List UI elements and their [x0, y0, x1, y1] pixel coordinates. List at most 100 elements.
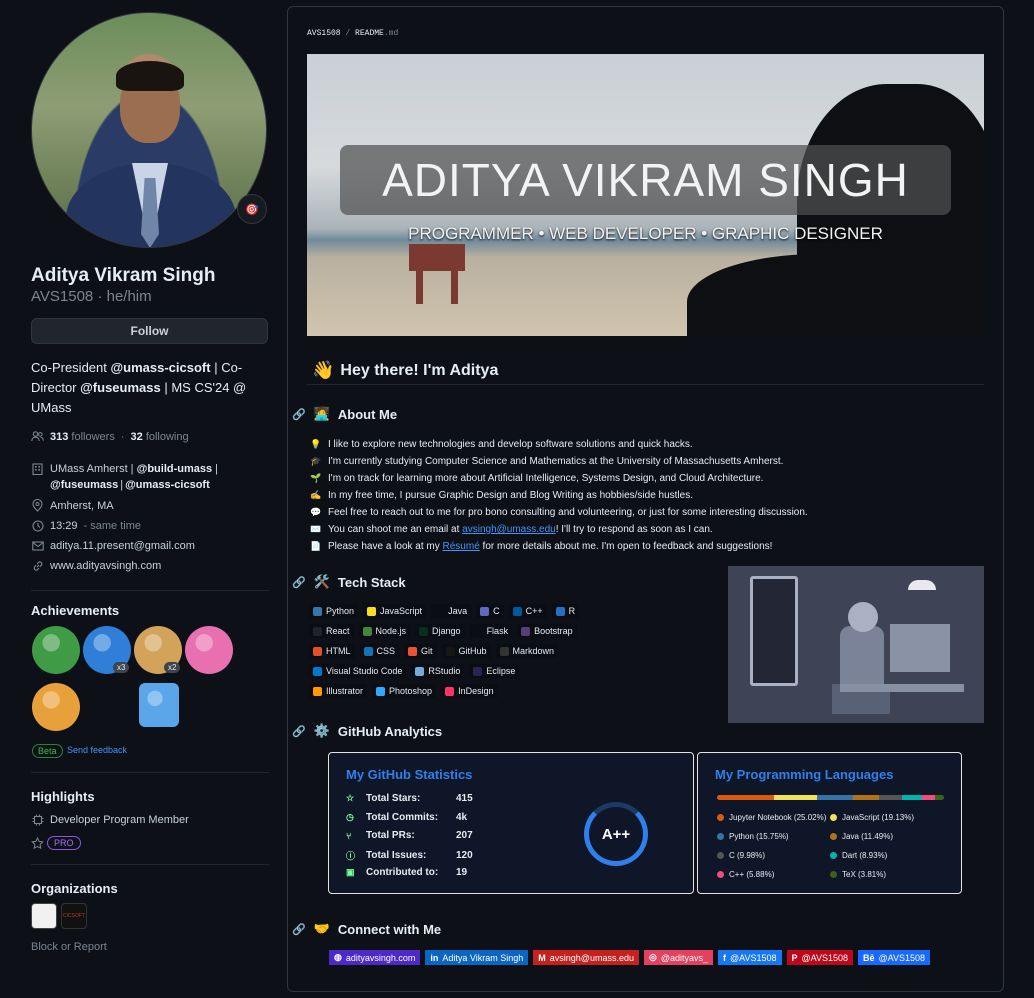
following-link[interactable]: 32 following	[131, 431, 189, 443]
tech-badge-git[interactable]: Git	[404, 644, 437, 658]
tech-badge-photoshop[interactable]: Photoshop	[372, 684, 437, 698]
stat-label: Total Stars:	[366, 793, 421, 804]
readme-file-link[interactable]: README	[355, 29, 384, 38]
connect-badge-2[interactable]: Mavsingh@umass.edu	[533, 950, 639, 965]
about-item-text: Please have a look at my Résumé for more…	[328, 541, 772, 552]
anchor-link-icon[interactable]: 🔗	[292, 408, 306, 421]
greeting-heading: 👋 Hey there! I'm Aditya	[312, 360, 499, 380]
highlight-item: Developer Program Member	[31, 813, 189, 826]
about-text: I like to explore new technologies and d…	[328, 439, 693, 450]
language-color-dot	[830, 833, 837, 840]
achievement-badge-arctic-code-vault[interactable]	[139, 683, 179, 727]
tech-badge-r[interactable]: R	[551, 604, 580, 618]
connect-badge-0[interactable]: ◍ adityavsingh.com	[329, 950, 421, 965]
tech-badge-label: HTML	[326, 646, 351, 656]
bio-mention-link[interactable]: @fuseumass	[80, 380, 161, 395]
stat-row: ⓘ Total Issues: 120	[346, 849, 473, 862]
website-link[interactable]: www.adityavsingh.com	[50, 560, 161, 572]
github-stats-card[interactable]: My GitHub Statistics ☆ Total Stars: 415 ◷ To…	[328, 752, 694, 894]
org-link-fuseumass[interactable]: @fuseumass	[50, 479, 118, 491]
tech-logo-icon	[473, 626, 483, 636]
achievements-title: Achievements	[31, 603, 120, 618]
tech-logo-icon	[419, 626, 429, 636]
tech-logo-icon	[376, 686, 386, 696]
tech-badge-java[interactable]: Java	[431, 604, 472, 618]
languages-card[interactable]: My Programming Languages Jupyter Noteboo…	[697, 752, 962, 894]
connect-badge-3[interactable]: ◎ @adityavs_	[643, 950, 713, 965]
tech-badge-eclipse[interactable]: Eclipse	[469, 664, 520, 678]
achievement-badge-pair-extraordinaire[interactable]	[32, 626, 80, 674]
org-avatar-cicsoft[interactable]: CICSOFT	[61, 903, 87, 929]
about-link[interactable]: avsingh@umass.edu	[462, 524, 556, 535]
connect-badges: ◍ adityavsingh.com in Aditya Vikram Singh Ma…	[329, 950, 931, 965]
avatar[interactable]	[31, 12, 267, 248]
achievement-badge-quickdraw[interactable]	[32, 683, 80, 731]
about-text: Feel free to reach out to me for pro bon…	[328, 507, 808, 518]
org-link-build-umass[interactable]: @build-umass	[137, 463, 213, 475]
email-link[interactable]: aditya.11.present@gmail.com	[50, 540, 195, 552]
tech-badge-c[interactable]: C	[476, 604, 504, 618]
tech-badge-c-[interactable]: C++	[508, 604, 547, 618]
tech-badge-indesign[interactable]: InDesign	[441, 684, 498, 698]
tech-badge-label: Illustrator	[326, 686, 364, 696]
tech-badge-visual-studio-code[interactable]: Visual Studio Code	[309, 664, 407, 678]
tech-stack-badges: Python JavaScript Java C C++ R React Node.js Dja…	[309, 601, 729, 701]
language-label: Jupyter Notebook (25.02%)	[729, 813, 827, 822]
connect-badge-6[interactable]: Bē @AVS1508	[858, 950, 931, 965]
about-link[interactable]: Résumé	[443, 541, 480, 552]
about-item-text: Feel free to reach out to me for pro bon…	[328, 507, 808, 518]
connect-badge-1[interactable]: in Aditya Vikram Singh	[425, 950, 529, 965]
tech-badge-react[interactable]: React	[309, 624, 354, 638]
bio-mention-link[interactable]: @umass-cicsoft	[110, 360, 210, 375]
send-feedback-link[interactable]: Send feedback	[67, 745, 127, 755]
tech-badge-flask[interactable]: Flask	[469, 624, 513, 638]
block-or-report-link[interactable]: Block or Report	[31, 941, 107, 953]
tech-badge-markdown[interactable]: Markdown	[495, 644, 559, 658]
language-item: Python (15.75%)	[717, 832, 789, 841]
tech-badge-label: RStudio	[428, 666, 461, 676]
followers-link[interactable]: 313 followers	[50, 431, 115, 443]
followers-row: 313 followers · 32 following	[31, 430, 189, 443]
org-avatar-fuseumass[interactable]	[31, 903, 57, 929]
language-label: TeX (3.81%)	[842, 870, 887, 879]
about-list-item: 💬 Feel free to reach out to me for pro bo…	[310, 504, 910, 521]
tech-badge-row: React Node.js Django Flask Bootstrap	[309, 621, 729, 641]
tech-badge-label: Git	[421, 646, 433, 656]
tech-logo-icon	[473, 666, 483, 676]
tech-badge-bootstrap[interactable]: Bootstrap	[517, 624, 577, 638]
connect-logo-icon: P	[791, 952, 798, 963]
connect-badge-5[interactable]: P @AVS1508	[786, 950, 854, 965]
tech-badge-github[interactable]: GitHub	[441, 644, 491, 658]
tech-logo-icon	[415, 666, 425, 676]
divider	[31, 590, 269, 591]
tech-logo-icon	[521, 626, 531, 636]
tech-logo-icon	[480, 606, 490, 616]
org-link-umass-cicsoft[interactable]: @umass-cicsoft	[125, 479, 210, 491]
status-emoji: 🎯	[245, 203, 259, 216]
tech-badge-node-js[interactable]: Node.js	[358, 624, 411, 638]
tech-logo-icon	[362, 626, 372, 636]
tech-badge-css[interactable]: CSS	[359, 644, 400, 658]
stat-label: Contributed to:	[366, 867, 439, 878]
anchor-link-icon[interactable]: 🔗	[292, 576, 306, 589]
tech-badge-illustrator[interactable]: Illustrator	[309, 684, 368, 698]
follow-button[interactable]: Follow	[31, 318, 268, 344]
repo-owner-link[interactable]: AVS1508	[307, 29, 341, 38]
connect-badge-4[interactable]: f @AVS1508	[718, 950, 782, 965]
tech-badge-label: C	[493, 606, 500, 616]
tech-badge-python[interactable]: Python	[309, 604, 359, 618]
tech-badge-django[interactable]: Django	[415, 624, 465, 638]
achievement-badge-yolo[interactable]	[185, 626, 233, 674]
banner-title: ADITYA VIKRAM SINGH	[382, 154, 909, 206]
anchor-link-icon[interactable]: 🔗	[292, 923, 306, 936]
status-emoji-icon[interactable]: 🎯	[237, 194, 267, 224]
tech-badge-rstudio[interactable]: RStudio	[411, 664, 465, 678]
time-note: - same time	[83, 519, 141, 532]
language-item: Java (11.49%)	[830, 832, 893, 841]
readme-banner-image: ADITYA VIKRAM SINGH PROGRAMMER • WEB DEV…	[307, 54, 984, 336]
anchor-link-icon[interactable]: 🔗	[292, 725, 306, 738]
tech-badge-javascript[interactable]: JavaScript	[363, 604, 427, 618]
tech-badge-html[interactable]: HTML	[309, 644, 355, 658]
about-item-text: In my free time, I pursue Graphic Design…	[328, 490, 693, 501]
language-bar-segment	[921, 795, 936, 800]
